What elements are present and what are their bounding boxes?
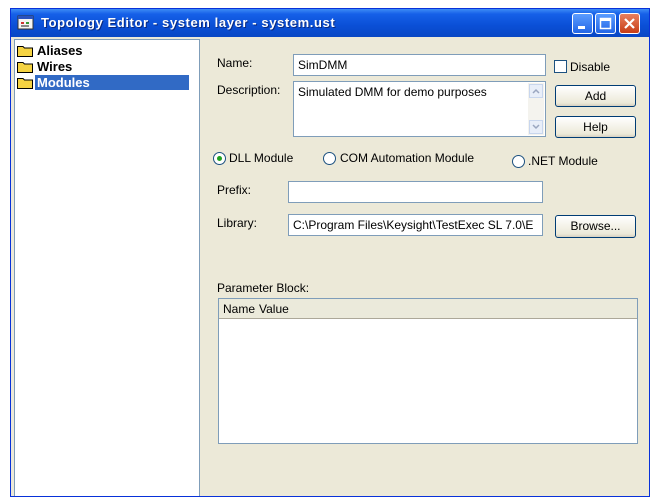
column-header-value[interactable]: Value	[255, 302, 289, 316]
prefix-label: Prefix:	[217, 183, 252, 197]
grid-header: Name Value	[219, 299, 637, 319]
maximize-button[interactable]	[595, 13, 616, 34]
tree-item-modules[interactable]: Modules	[17, 75, 189, 90]
help-button[interactable]: Help	[555, 116, 636, 138]
minimize-icon	[578, 26, 585, 29]
net-module-label: .NET Module	[528, 154, 598, 168]
tree-item-wires[interactable]: Wires	[17, 59, 74, 74]
tree-item-label: Modules	[35, 75, 189, 90]
scroll-down-button[interactable]	[529, 120, 543, 134]
com-automation-module-label: COM Automation Module	[340, 151, 475, 165]
parameter-block-label: Parameter Block:	[217, 281, 310, 295]
disable-label: Disable	[570, 60, 611, 74]
description-textarea[interactable]: Simulated DMM for demo purposes	[293, 81, 546, 137]
chevron-down-icon	[532, 124, 540, 130]
column-header-name[interactable]: Name	[219, 302, 255, 316]
com-automation-module-radio[interactable]	[323, 152, 336, 165]
topology-editor-window: Topology Editor - system layer - system.…	[10, 8, 650, 497]
library-label: Library:	[217, 216, 258, 230]
add-button[interactable]: Add	[555, 85, 636, 107]
name-input[interactable]: SimDMM	[293, 54, 546, 76]
topology-tree[interactable]: Aliases Wires Modules	[14, 39, 200, 496]
dll-module-label: DLL Module	[229, 151, 294, 165]
description-scrollbar[interactable]	[528, 83, 544, 135]
close-button[interactable]	[619, 13, 640, 34]
maximize-icon	[599, 17, 612, 30]
chevron-up-icon	[532, 88, 540, 94]
folder-icon	[17, 62, 33, 73]
browse-button[interactable]: Browse...	[555, 215, 636, 238]
folder-icon	[17, 46, 33, 57]
radio-selected-dot	[217, 156, 222, 161]
parameter-grid[interactable]: Name Value	[218, 298, 638, 444]
tree-item-label: Aliases	[37, 43, 83, 58]
disable-checkbox[interactable]	[554, 60, 567, 73]
scroll-up-button[interactable]	[529, 84, 543, 98]
net-module-radio[interactable]	[512, 155, 525, 168]
description-label: Description:	[217, 83, 281, 97]
splitter[interactable]	[200, 39, 204, 496]
title-bar[interactable]: Topology Editor - system layer - system.…	[11, 9, 649, 37]
tree-item-aliases[interactable]: Aliases	[17, 43, 85, 58]
window-title: Topology Editor - system layer - system.…	[41, 15, 336, 30]
description-text: Simulated DMM for demo purposes	[298, 85, 487, 99]
close-icon	[624, 18, 635, 29]
folder-icon	[17, 78, 33, 89]
name-label: Name:	[217, 56, 253, 70]
minimize-button[interactable]	[572, 13, 593, 34]
app-icon	[17, 15, 34, 30]
prefix-input[interactable]	[288, 181, 543, 203]
tree-item-label: Wires	[37, 59, 73, 74]
dll-module-radio[interactable]	[213, 152, 226, 165]
library-input[interactable]: C:\Program Files\Keysight\TestExec SL 7.…	[288, 214, 543, 236]
